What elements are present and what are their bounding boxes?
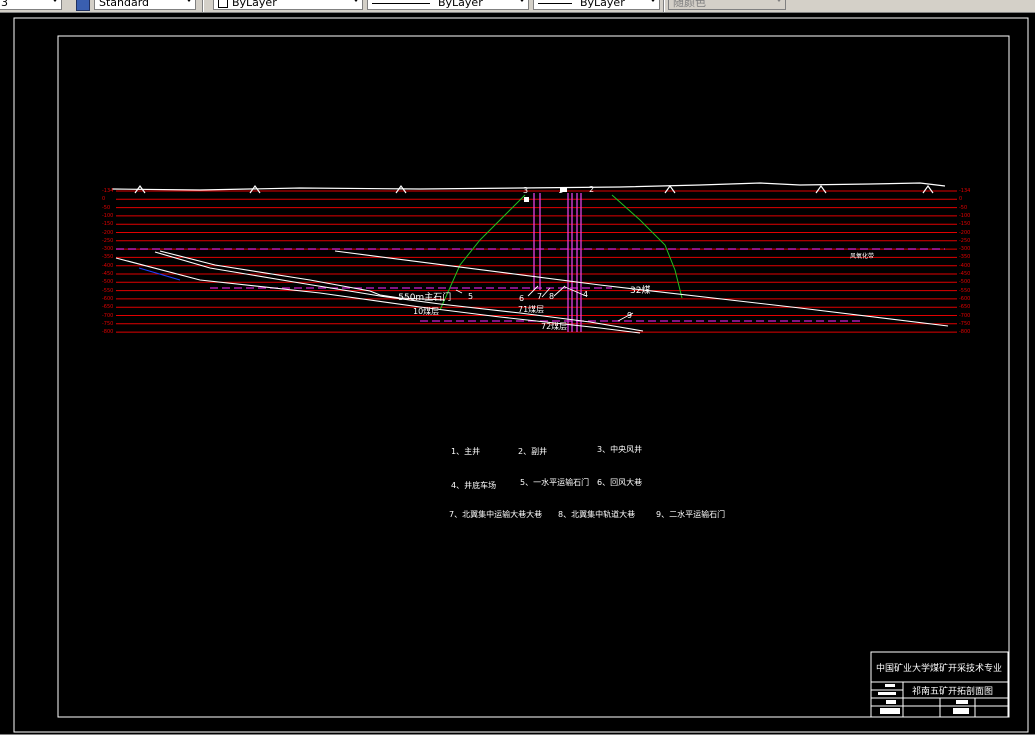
- title-block-drawing-title: 祁南五矿开拓剖面图: [912, 687, 994, 697]
- chevron-down-icon[interactable]: [185, 0, 193, 2]
- label-550-crosscut: -550m主石门: [395, 293, 452, 303]
- depth-label-left: -400: [102, 262, 114, 269]
- depth-label-left: -300: [102, 246, 114, 253]
- toolbar-separator: [202, 0, 204, 12]
- depth-label-right: -400: [959, 262, 971, 269]
- color-swatch-icon: [218, 0, 228, 8]
- depth-label-right: -700: [959, 312, 971, 319]
- marker-number: 7: [537, 292, 543, 301]
- depth-label-right: -100: [959, 212, 971, 219]
- chevron-down-icon[interactable]: [775, 0, 783, 2]
- depth-label-right: -350: [959, 254, 971, 261]
- title-block-school: 中国矿业大学煤矿开采技术专业: [876, 664, 1003, 674]
- depth-label-left: -550: [102, 287, 114, 294]
- depth-label-left: -100: [102, 212, 114, 219]
- depth-label-right: -550: [959, 287, 971, 294]
- field-selector-value: 3: [1, 0, 8, 9]
- legend-item: 3、中央风井: [597, 445, 643, 454]
- depth-label-left: -800: [102, 329, 114, 336]
- shaft-head-marker: [524, 197, 529, 202]
- layer-color-dropdown[interactable]: ByLayer: [213, 0, 363, 10]
- marker-number: 9: [627, 311, 633, 320]
- text-style-dropdown[interactable]: Standard: [94, 0, 196, 10]
- depth-label-left: -650: [102, 304, 114, 311]
- label-weathering-zone: 风氧化带: [850, 253, 875, 260]
- depth-label-right: -750: [959, 320, 971, 327]
- legend-item: 4、井底车场: [451, 481, 497, 490]
- inner-border: [57, 35, 1010, 718]
- label-seam-71: 71煤层: [518, 305, 545, 314]
- outer-border: [13, 17, 1029, 733]
- depth-label-right: -600: [959, 295, 971, 302]
- depth-label-left: -134: [102, 188, 114, 194]
- label-seam-32: 32煤: [630, 286, 651, 296]
- marker-number: 2: [589, 185, 595, 194]
- legend-item: 5、一水平运输石门: [520, 478, 590, 487]
- linetype-dropdown[interactable]: ByLayer: [367, 0, 529, 10]
- marker-number: 4: [583, 290, 589, 299]
- legend-item: 9、二水平运输石门: [656, 510, 726, 519]
- text-style-value: Standard: [99, 0, 150, 9]
- legend-item: 7、北翼集中运输大巷大巷: [449, 510, 543, 519]
- toolbar: 3 Standard ByLayer ByLayer ByLayer 随颜色: [0, 0, 1035, 13]
- chevron-down-icon[interactable]: [649, 0, 657, 2]
- legend-item: 6、回风大巷: [597, 478, 643, 487]
- depth-label-left: -750: [102, 320, 114, 327]
- legend-item: 8、北翼集中轨道大巷: [558, 510, 636, 519]
- depth-label-right: -250: [959, 237, 971, 244]
- lineweight-dropdown[interactable]: ByLayer: [533, 0, 660, 10]
- plot-style-value: 随颜色: [673, 0, 706, 9]
- text-style-icon[interactable]: [76, 0, 90, 11]
- drawing-canvas[interactable]: -134 0 -50 -100 -150 -200 -250 -300 -350 -400 -450…: [0, 13, 1035, 740]
- depth-label-right: -450: [959, 271, 971, 277]
- chevron-down-icon[interactable]: [352, 0, 360, 2]
- depth-label-left: -450: [102, 271, 114, 277]
- marker-number: 3: [523, 186, 529, 195]
- depth-label-left: 0: [102, 196, 106, 203]
- depth-label-left: -350: [102, 254, 114, 261]
- marker-number: 6: [519, 294, 525, 303]
- lineweight-sample: [538, 2, 572, 4]
- marker-number: 5: [468, 292, 474, 301]
- depth-label-left: -150: [102, 221, 114, 228]
- depth-label-right: -150: [959, 221, 971, 228]
- depth-label-right: 0: [959, 196, 963, 203]
- depth-label-right: -300: [959, 246, 971, 253]
- linetype-value: ByLayer: [438, 0, 483, 9]
- linetype-sample: [372, 2, 430, 4]
- depth-label-left: -600: [102, 295, 114, 302]
- lineweight-value: ByLayer: [580, 0, 625, 9]
- depth-label-right: -650: [959, 304, 971, 311]
- label-seam-72: 72煤层: [541, 322, 568, 331]
- drawing-svg: [13, 17, 1029, 733]
- depth-label-right: -500: [959, 279, 971, 286]
- depth-label-right: -200: [959, 229, 971, 236]
- depth-label-left: -200: [102, 229, 114, 236]
- field-selector[interactable]: 3: [0, 0, 62, 10]
- legend-item: 1、主井: [451, 447, 481, 456]
- legend-item: 2、副井: [518, 447, 548, 456]
- plot-style-dropdown[interactable]: 随颜色: [668, 0, 786, 10]
- depth-label-left: -700: [102, 312, 114, 319]
- toolbar-separator: [663, 0, 665, 12]
- depth-label-left: -50: [102, 204, 111, 211]
- protection-boundary-left: [439, 194, 526, 311]
- depth-label-right: -800: [959, 329, 971, 336]
- depth-label-right: -50: [959, 204, 968, 211]
- chevron-down-icon[interactable]: [518, 0, 526, 2]
- marker-number: 8: [549, 292, 555, 301]
- depth-label-left: -250: [102, 237, 114, 244]
- label-seam-10: 10煤层: [413, 307, 440, 316]
- layer-color-value: ByLayer: [232, 0, 277, 9]
- depth-label-right: -134: [959, 188, 971, 194]
- chevron-down-icon[interactable]: [51, 0, 59, 2]
- depth-label-left: -500: [102, 279, 114, 286]
- marker-number: 1: [558, 186, 564, 195]
